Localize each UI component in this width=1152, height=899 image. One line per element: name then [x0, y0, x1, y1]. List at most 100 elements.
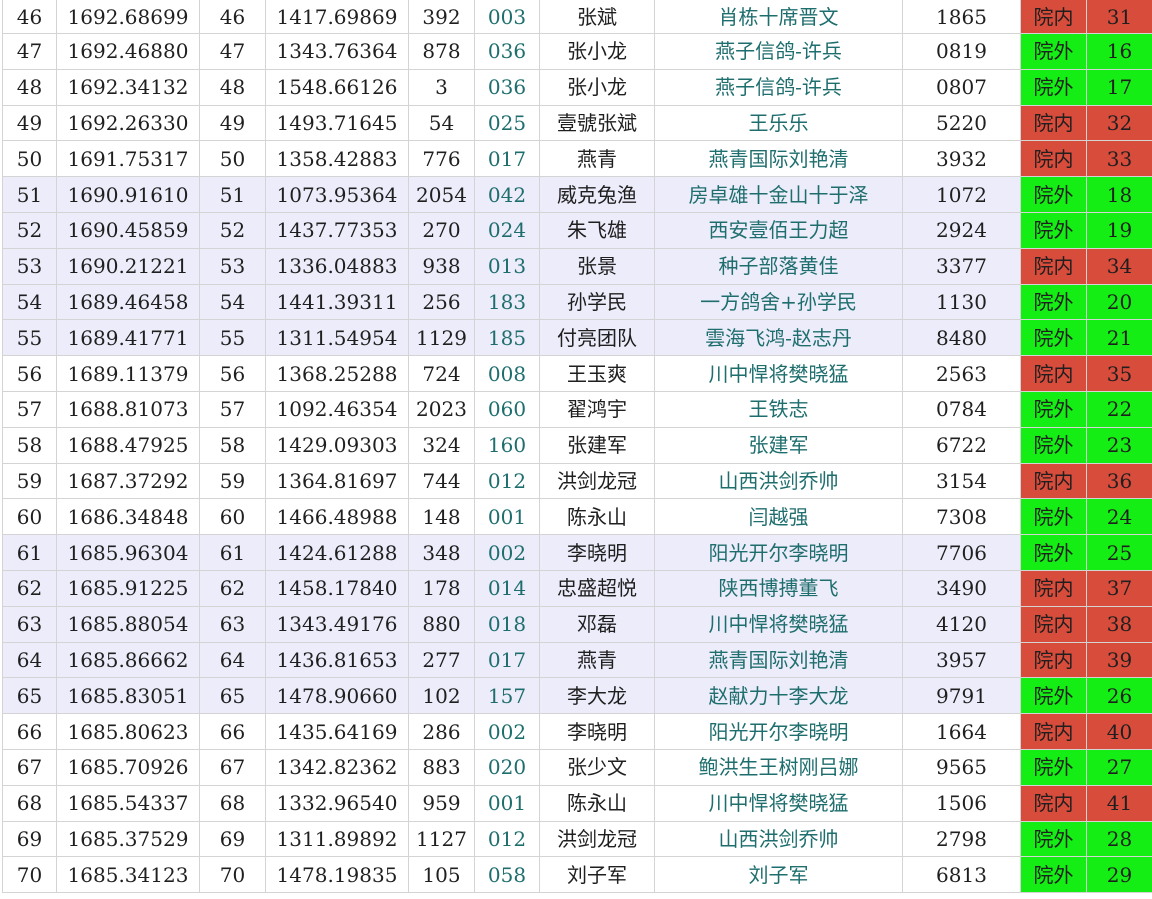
- team-cell[interactable]: 川中悍将樊晓猛: [654, 784, 903, 822]
- name-cell[interactable]: 洪剑龙冠: [539, 462, 655, 500]
- rank-cell[interactable]: 69: [2, 820, 57, 858]
- speed-cell[interactable]: 1685.34123: [56, 856, 200, 894]
- speed-cell[interactable]: 1685.54337: [56, 784, 200, 822]
- status-cell[interactable]: 院外: [1020, 33, 1087, 70]
- name-cell[interactable]: 张斌: [539, 0, 655, 34]
- team-cell[interactable]: 山西洪剑乔帅: [654, 462, 903, 500]
- rank-cell[interactable]: 62: [2, 569, 57, 607]
- team-cell[interactable]: 燕青国际刘艳清: [654, 140, 903, 178]
- count-cell[interactable]: 18: [1086, 176, 1152, 213]
- speed-cell[interactable]: 1692.68699: [56, 0, 200, 34]
- speed-cell[interactable]: 1687.37292: [56, 462, 200, 500]
- secondary-speed-cell[interactable]: 1342.82362: [265, 748, 409, 786]
- code-cell[interactable]: 002: [474, 713, 540, 750]
- count-cell[interactable]: 28: [1086, 820, 1152, 858]
- number-cell[interactable]: 392: [408, 0, 475, 34]
- number-cell[interactable]: 776: [408, 140, 475, 178]
- count-cell[interactable]: 20: [1086, 283, 1152, 321]
- number-cell[interactable]: 883: [408, 748, 475, 786]
- status-cell[interactable]: 院外: [1020, 677, 1087, 715]
- status-cell[interactable]: 院外: [1020, 211, 1087, 249]
- status-cell[interactable]: 院内: [1020, 140, 1087, 178]
- ring-number-cell[interactable]: 1072: [902, 176, 1021, 213]
- speed-cell[interactable]: 1689.11379: [56, 355, 200, 392]
- secondary-rank-cell[interactable]: 49: [199, 104, 266, 142]
- rank-cell[interactable]: 57: [2, 390, 57, 428]
- status-cell[interactable]: 院内: [1020, 462, 1087, 500]
- team-cell[interactable]: 雲海飞鸿-赵志丹: [654, 319, 903, 357]
- ring-number-cell[interactable]: 0784: [902, 390, 1021, 428]
- count-cell[interactable]: 21: [1086, 319, 1152, 357]
- rank-cell[interactable]: 56: [2, 355, 57, 392]
- team-cell[interactable]: 山西洪剑乔帅: [654, 820, 903, 858]
- secondary-rank-cell[interactable]: 68: [199, 784, 266, 822]
- secondary-speed-cell[interactable]: 1092.46354: [265, 390, 409, 428]
- code-cell[interactable]: 014: [474, 569, 540, 607]
- speed-cell[interactable]: 1691.75317: [56, 140, 200, 178]
- team-cell[interactable]: 陕西博搏董飞: [654, 569, 903, 607]
- rank-cell[interactable]: 65: [2, 677, 57, 715]
- code-cell[interactable]: 036: [474, 68, 540, 106]
- rank-cell[interactable]: 49: [2, 104, 57, 142]
- number-cell[interactable]: 1129: [408, 319, 475, 357]
- code-cell[interactable]: 012: [474, 462, 540, 500]
- status-cell[interactable]: 院内: [1020, 104, 1087, 142]
- number-cell[interactable]: 938: [408, 247, 475, 285]
- name-cell[interactable]: 邓磊: [539, 605, 655, 643]
- code-cell[interactable]: 001: [474, 784, 540, 822]
- count-cell[interactable]: 35: [1086, 355, 1152, 392]
- number-cell[interactable]: 878: [408, 33, 475, 70]
- name-cell[interactable]: 陈永山: [539, 498, 655, 536]
- secondary-speed-cell[interactable]: 1368.25288: [265, 355, 409, 392]
- code-cell[interactable]: 017: [474, 140, 540, 178]
- team-cell[interactable]: 川中悍将樊晓猛: [654, 605, 903, 643]
- speed-cell[interactable]: 1690.91610: [56, 176, 200, 213]
- ring-number-cell[interactable]: 6722: [902, 426, 1021, 464]
- code-cell[interactable]: 157: [474, 677, 540, 715]
- speed-cell[interactable]: 1688.81073: [56, 390, 200, 428]
- rank-cell[interactable]: 60: [2, 498, 57, 536]
- status-cell[interactable]: 院外: [1020, 498, 1087, 536]
- code-cell[interactable]: 042: [474, 176, 540, 213]
- count-cell[interactable]: 16: [1086, 33, 1152, 70]
- number-cell[interactable]: 880: [408, 605, 475, 643]
- status-cell[interactable]: 院内: [1020, 355, 1087, 392]
- status-cell[interactable]: 院内: [1020, 247, 1087, 285]
- code-cell[interactable]: 020: [474, 748, 540, 786]
- speed-cell[interactable]: 1685.80623: [56, 713, 200, 750]
- secondary-speed-cell[interactable]: 1073.95364: [265, 176, 409, 213]
- secondary-rank-cell[interactable]: 57: [199, 390, 266, 428]
- team-cell[interactable]: 西安壹佰王力超: [654, 211, 903, 249]
- name-cell[interactable]: 忠盛超悦: [539, 569, 655, 607]
- ring-number-cell[interactable]: 4120: [902, 605, 1021, 643]
- name-cell[interactable]: 威克兔渔: [539, 176, 655, 213]
- speed-cell[interactable]: 1692.46880: [56, 33, 200, 70]
- secondary-rank-cell[interactable]: 50: [199, 140, 266, 178]
- number-cell[interactable]: 270: [408, 211, 475, 249]
- speed-cell[interactable]: 1685.96304: [56, 534, 200, 571]
- ring-number-cell[interactable]: 3957: [902, 641, 1021, 679]
- rank-cell[interactable]: 58: [2, 426, 57, 464]
- secondary-speed-cell[interactable]: 1429.09303: [265, 426, 409, 464]
- ring-number-cell[interactable]: 6813: [902, 856, 1021, 894]
- secondary-speed-cell[interactable]: 1343.49176: [265, 605, 409, 643]
- secondary-rank-cell[interactable]: 56: [199, 355, 266, 392]
- rank-cell[interactable]: 64: [2, 641, 57, 679]
- rank-cell[interactable]: 70: [2, 856, 57, 894]
- team-cell[interactable]: 张建军: [654, 426, 903, 464]
- speed-cell[interactable]: 1689.41771: [56, 319, 200, 357]
- team-cell[interactable]: 刘子军: [654, 856, 903, 894]
- status-cell[interactable]: 院内: [1020, 713, 1087, 750]
- name-cell[interactable]: 孙学民: [539, 283, 655, 321]
- secondary-speed-cell[interactable]: 1437.77353: [265, 211, 409, 249]
- secondary-rank-cell[interactable]: 69: [199, 820, 266, 858]
- ring-number-cell[interactable]: 1865: [902, 0, 1021, 34]
- team-cell[interactable]: 肖栋十席晋文: [654, 0, 903, 34]
- ring-number-cell[interactable]: 1506: [902, 784, 1021, 822]
- number-cell[interactable]: 2023: [408, 390, 475, 428]
- secondary-speed-cell[interactable]: 1548.66126: [265, 68, 409, 106]
- secondary-rank-cell[interactable]: 66: [199, 713, 266, 750]
- secondary-rank-cell[interactable]: 60: [199, 498, 266, 536]
- rank-cell[interactable]: 47: [2, 33, 57, 70]
- count-cell[interactable]: 22: [1086, 390, 1152, 428]
